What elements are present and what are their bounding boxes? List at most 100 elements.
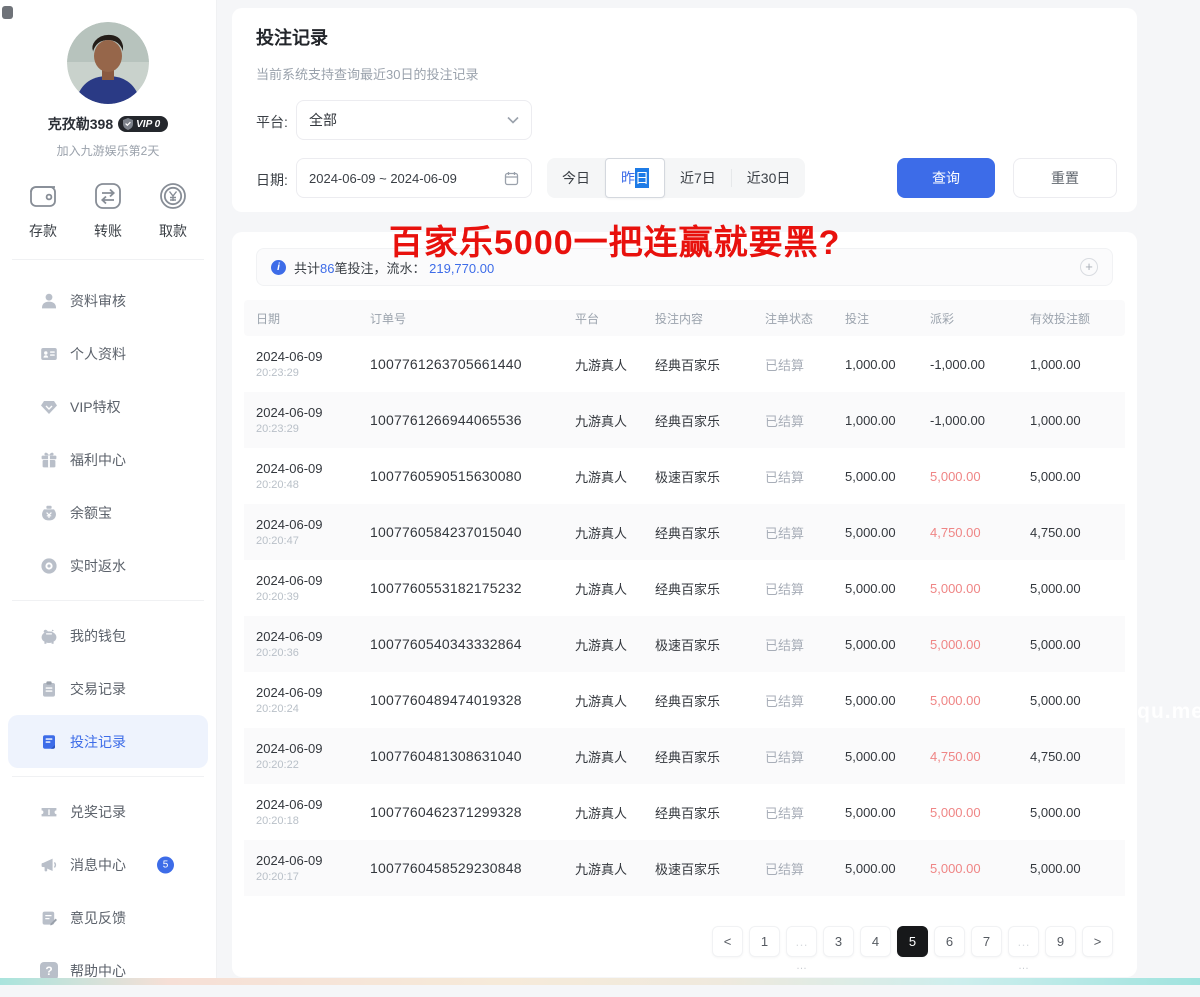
page-button-1[interactable]: 1 [749,926,780,957]
withdraw-icon [156,179,190,213]
cell-platform: 九游真人 [575,803,655,822]
page-button-4[interactable]: 4 [860,926,891,957]
search-button[interactable]: 查询 [897,158,995,198]
cell-date: 2024-06-09 [256,349,370,364]
col-date: 日期 [256,310,370,327]
sidebar-item-yuebao[interactable]: 余额宝 [8,486,208,539]
cell-payout: 5,000.00 [930,805,1030,820]
cell-time: 20:20:48 [256,479,370,491]
avatar[interactable] [67,22,149,104]
sidebar-item-label: 兑奖记录 [70,802,126,822]
cell-payout: -1,000.00 [930,357,1030,372]
page-subtitle: 当前系统支持查询最近30日的投注记录 [256,64,478,83]
page-next-button[interactable]: > [1082,926,1113,957]
platform-select[interactable]: 全部 [296,100,532,140]
expand-plus-icon[interactable]: + [1080,258,1098,276]
sidebar-item-vip[interactable]: VIP特权 [8,380,208,433]
username: 克孜勒398 [48,114,113,134]
page-ellipsis-prev[interactable]: … [786,926,817,957]
page-ellipsis-next[interactable]: … [1008,926,1039,957]
sidebar-item-transactions[interactable]: 交易记录 [8,662,208,715]
cell-order: 1007761266944065536 [370,412,575,428]
deposit-button[interactable]: 存款 [26,179,60,241]
ticket-icon [40,803,58,821]
sidebar-item-label: 投注记录 [70,732,126,752]
cell-date: 2024-06-09 [256,685,370,700]
cell-valid: 5,000.00 [1030,637,1122,652]
cell-time: 20:20:18 [256,815,370,827]
calendar-icon [504,171,519,186]
cell-content: 经典百家乐 [655,355,765,374]
page-button-3[interactable]: 3 [823,926,854,957]
cell-bet: 1,000.00 [845,413,930,428]
sidebar-item-label: 资料审核 [70,291,126,311]
reset-button[interactable]: 重置 [1013,158,1117,198]
cell-payout: -1,000.00 [930,413,1030,428]
quick-date-7d[interactable]: 近7日 [665,158,731,198]
cell-valid: 5,000.00 [1030,805,1122,820]
page-prev-button[interactable]: < [712,926,743,957]
cell-time: 20:23:29 [256,367,370,379]
withdraw-button[interactable]: 取款 [156,179,190,241]
cell-status: 已结算 [765,355,845,374]
user-profile: 克孜勒398 VIP 0 加入九游娱乐第2天 [0,0,216,159]
records-card: i 共计86笔投注，流水： 219,770.00 + 日期 订单号 平台 投注内… [232,232,1137,977]
page-button-5-active[interactable]: 5 [897,926,928,957]
cell-payout: 4,750.00 [930,525,1030,540]
cell-date: 2024-06-09 [256,629,370,644]
summary-prefix: 共计 [294,261,320,276]
chevron-down-icon [507,116,519,124]
sidebar-item-feedback[interactable]: 意见反馈 [8,891,208,944]
table-row: 2024-06-0920:20:24 1007760489474019328 九… [244,672,1125,728]
sidebar-item-messages[interactable]: 消息中心 5 [8,838,208,891]
cell-status: 已结算 [765,523,845,542]
cell-bet: 5,000.00 [845,525,930,540]
pagination: < 1 … 3 4 5 6 7 … 9 > [712,926,1113,957]
cell-date: 2024-06-09 [256,405,370,420]
deposit-icon [26,179,60,213]
sidebar-item-wallet[interactable]: 我的钱包 [8,609,208,662]
cell-content: 极速百家乐 [655,467,765,486]
betting-records-page: 克孜勒398 VIP 0 加入九游娱乐第2天 存款 [0,0,1200,985]
col-bet: 投注 [845,310,930,327]
cell-valid: 4,750.00 [1030,525,1122,540]
cell-content: 极速百家乐 [655,635,765,654]
cell-time: 20:20:24 [256,703,370,715]
transfer-button[interactable]: 转账 [91,179,125,241]
sidebar-item-bet-records[interactable]: 投注记录 [8,715,208,768]
sidebar-item-welfare[interactable]: 福利中心 [8,433,208,486]
cell-order: 1007760590515630080 [370,468,575,484]
id-card-icon [40,345,58,363]
sidebar-item-audit[interactable]: 资料审核 [8,274,208,327]
quick-date-yesterday[interactable]: 昨日 [605,158,665,198]
sidebar-item-help[interactable]: ? 帮助中心 [8,944,208,997]
sidebar-item-redeem[interactable]: 兑奖记录 [8,785,208,838]
cell-time: 20:20:17 [256,871,370,883]
cell-valid: 5,000.00 [1030,581,1122,596]
quick-actions: 存款 转账 取款 [0,159,216,241]
deposit-label: 存款 [29,221,57,241]
page-button-6[interactable]: 6 [934,926,965,957]
sidebar-item-label: 我的钱包 [70,626,126,646]
watermark: equ.me [1124,700,1200,724]
platform-label: 平台: [256,112,288,132]
quick-date-yesterday-text: 昨 [621,168,635,188]
page-button-7[interactable]: 7 [971,926,1002,957]
cell-content: 经典百家乐 [655,579,765,598]
cell-bet: 5,000.00 [845,469,930,484]
cell-order: 1007760458529230848 [370,860,575,876]
table-row: 2024-06-0920:23:29 1007761266944065536 九… [244,392,1125,448]
quick-date-30d[interactable]: 近30日 [732,158,806,198]
sidebar-item-profile[interactable]: 个人资料 [8,327,208,380]
page-button-9[interactable]: 9 [1045,926,1076,957]
cell-status: 已结算 [765,467,845,486]
date-range-input[interactable]: 2024-06-09 ~ 2024-06-09 [296,158,532,198]
cell-order: 1007760481308631040 [370,748,575,764]
message-count-badge: 5 [157,856,174,873]
sidebar-item-rebate[interactable]: 实时返水 [8,539,208,592]
cell-date: 2024-06-09 [256,573,370,588]
vip-gem-icon [40,398,58,416]
cell-date: 2024-06-09 [256,741,370,756]
col-order: 订单号 [370,310,575,327]
quick-date-today[interactable]: 今日 [547,158,605,198]
